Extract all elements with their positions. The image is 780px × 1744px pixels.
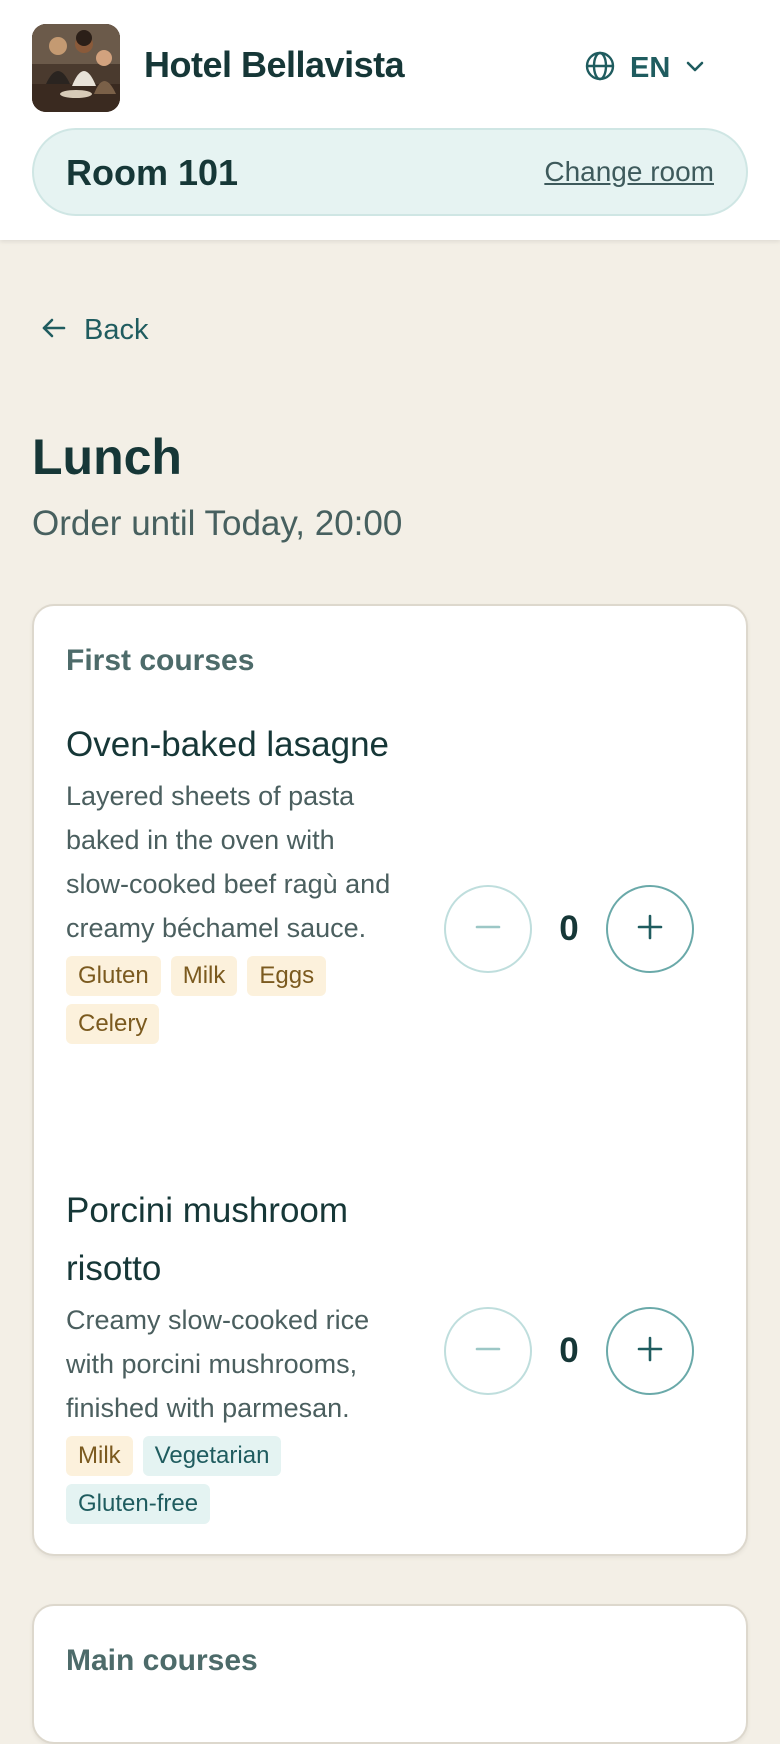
language-code: EN xyxy=(630,51,671,84)
dish-name: Porcini mushroom risotto xyxy=(66,1191,349,1288)
plus-icon xyxy=(635,1334,665,1369)
page-subtitle: Order until Today, 20:00 xyxy=(32,504,403,543)
room-bar: Room 101 Change room xyxy=(32,128,748,216)
allergen-tag: Celery xyxy=(66,1004,160,1044)
section-title: First courses xyxy=(66,644,255,677)
minus-icon xyxy=(473,1334,503,1369)
dish-item: Oven-baked lasagne Layered sheets of pas… xyxy=(66,716,718,1044)
back-label: Back xyxy=(84,314,149,346)
room-label: Room 101 xyxy=(66,152,239,193)
menu-section-card: Main courses xyxy=(32,1604,748,1744)
allergen-tag: Gluten xyxy=(66,956,161,996)
back-link[interactable]: Back xyxy=(40,314,148,347)
allergen-tag: Milk xyxy=(170,956,238,996)
dish-tags: Milk Vegetarian Gluten-free xyxy=(66,1436,396,1524)
dish-name: Oven-baked lasagne xyxy=(66,725,389,764)
dish-description: Creamy slow-cooked rice with porcini mus… xyxy=(66,1305,370,1423)
minus-icon xyxy=(473,912,503,947)
chevron-down-icon xyxy=(684,55,706,82)
decrease-button[interactable] xyxy=(444,1307,532,1395)
section-title: Main courses xyxy=(66,1644,258,1677)
allergen-tag: Milk xyxy=(66,1436,133,1476)
quantity-value: 0 xyxy=(559,909,579,948)
app-header: Hotel Bellavista EN Room 101 Change room xyxy=(0,0,780,240)
quantity-value: 0 xyxy=(559,1331,579,1370)
menu-section-card: First courses Oven-baked lasagne Layered… xyxy=(32,604,748,1556)
diet-tag: Gluten-free xyxy=(66,1484,211,1524)
language-selector[interactable]: EN xyxy=(584,48,706,88)
quantity-stepper: 0 xyxy=(444,1306,694,1396)
diet-tag: Vegetarian xyxy=(142,1436,282,1476)
decrease-button[interactable] xyxy=(444,885,532,973)
change-room-link[interactable]: Change room xyxy=(544,156,714,188)
dish-description: Layered sheets of pasta baked in the ove… xyxy=(66,781,391,943)
page-title: Lunch xyxy=(32,429,182,485)
hotel-logo xyxy=(32,24,120,112)
plus-icon xyxy=(635,912,665,947)
hotel-name: Hotel Bellavista xyxy=(144,44,405,85)
globe-icon xyxy=(584,50,616,87)
increase-button[interactable] xyxy=(606,885,694,973)
quantity-stepper: 0 xyxy=(444,884,694,974)
allergen-tag: Eggs xyxy=(247,956,327,996)
increase-button[interactable] xyxy=(606,1307,694,1395)
dish-tags: Gluten Milk Eggs Celery xyxy=(66,956,396,1044)
arrow-left-icon xyxy=(40,314,68,347)
